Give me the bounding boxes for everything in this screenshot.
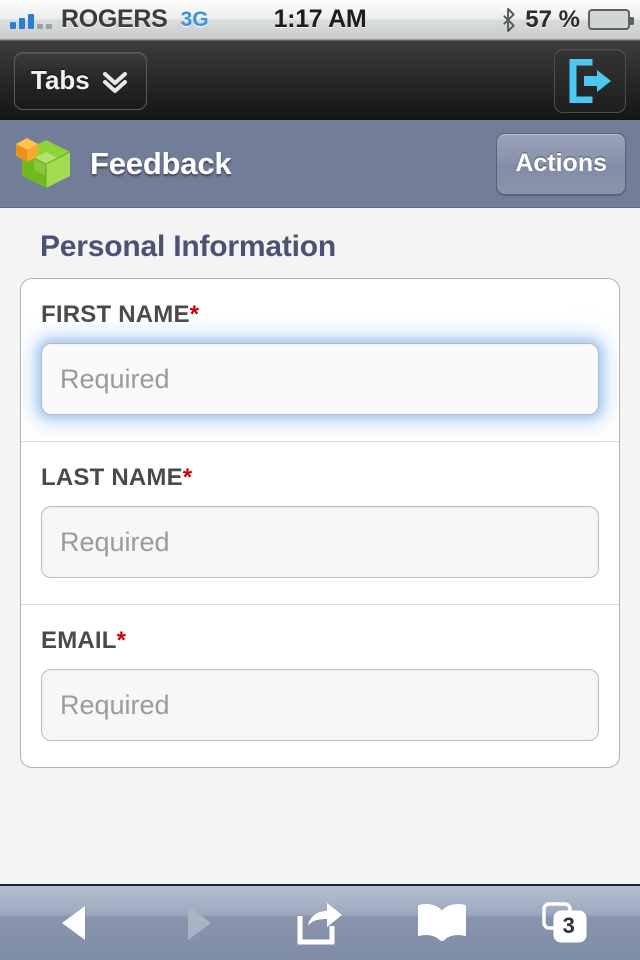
exit-app-icon [569, 58, 611, 103]
email-input[interactable] [41, 669, 599, 741]
required-asterisk: * [189, 301, 200, 328]
tabs-stack-icon: 3 [542, 902, 588, 944]
carrier-name: ROGERS [61, 5, 168, 33]
tabs-button-label: Tabs [31, 65, 90, 95]
form-content: Personal Information FIRST NAME* LAST NA… [0, 208, 640, 884]
battery-icon [588, 9, 634, 30]
browser-tabs-bar: Tabs [0, 40, 640, 120]
status-bar-left: ROGERS 3G [10, 5, 209, 34]
cellular-signal-icon [10, 11, 52, 29]
input-wrapper-first-name [41, 343, 599, 415]
status-bar-right: 57 % [501, 5, 634, 34]
forward-arrow-icon [187, 906, 211, 940]
bookmarks-book-icon [418, 904, 467, 941]
app-header-bar: Feedback Actions [0, 120, 640, 208]
share-icon [297, 903, 342, 945]
form-field-first-name: FIRST NAME* [21, 279, 619, 441]
actions-button-label: Actions [515, 149, 607, 177]
tabs-count-label: 3 [562, 912, 575, 938]
field-label-text: FIRST NAME [41, 301, 190, 328]
form-field-last-name: LAST NAME* [21, 441, 619, 604]
required-asterisk: * [116, 627, 127, 654]
safari-bottom-toolbar: 3 [0, 884, 640, 960]
battery-percentage: 57 % [525, 5, 580, 33]
personal-information-card: FIRST NAME* LAST NAME* EMAIL* [20, 278, 620, 768]
required-asterisk: * [182, 464, 193, 491]
bookmarks-button[interactable] [400, 892, 484, 954]
back-button[interactable] [33, 892, 117, 954]
ios-status-bar: ROGERS 3G 1:17 AM 57 % [0, 0, 640, 40]
input-wrapper-email [41, 669, 599, 741]
back-arrow-icon [62, 906, 86, 940]
iphone-safari-screen: ROGERS 3G 1:17 AM 57 % Tabs Feedback Act… [0, 0, 640, 960]
tabs-stack-button[interactable]: 3 [523, 892, 607, 954]
field-label-email: EMAIL* [41, 627, 599, 655]
form-field-email: EMAIL* [21, 604, 619, 767]
field-label-first-name: FIRST NAME* [41, 301, 599, 329]
double-chevron-down-icon [102, 71, 127, 93]
field-label-last-name: LAST NAME* [41, 464, 599, 492]
actions-button[interactable]: Actions [496, 132, 626, 195]
forward-button[interactable] [156, 892, 240, 954]
network-type: 3G [180, 7, 209, 31]
tabs-button[interactable]: Tabs [14, 51, 147, 110]
share-button[interactable] [278, 892, 362, 954]
bluetooth-icon [503, 7, 515, 32]
last-name-input[interactable] [41, 506, 599, 578]
first-name-input[interactable] [41, 343, 599, 415]
exit-app-button[interactable] [554, 48, 626, 113]
input-wrapper-last-name [41, 506, 599, 578]
field-label-text: EMAIL [41, 627, 117, 654]
section-title: Personal Information [40, 230, 337, 263]
green-cube-blocks-logo [16, 137, 71, 188]
page-title: Feedback [90, 145, 232, 181]
field-label-text: LAST NAME [41, 464, 183, 491]
